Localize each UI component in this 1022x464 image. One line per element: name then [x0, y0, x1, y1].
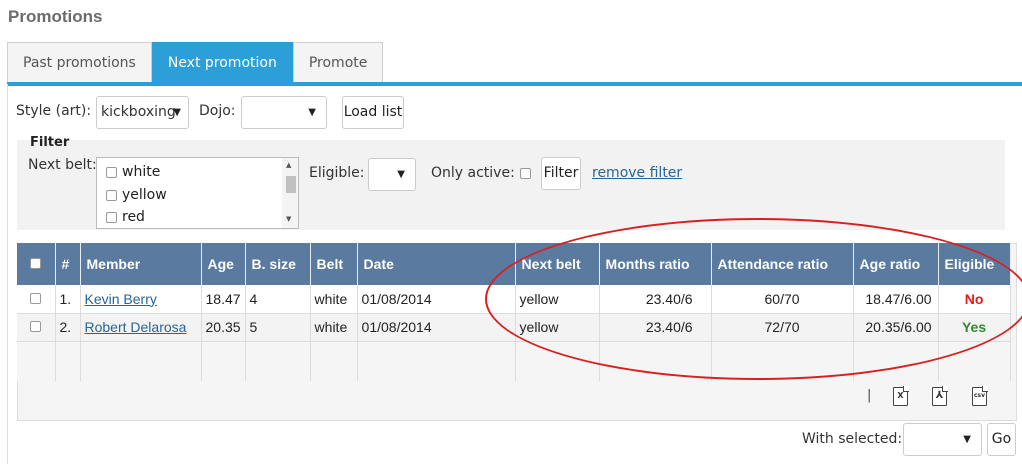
eligible-status: No — [964, 290, 984, 307]
style-select-value: kickboxing — [101, 104, 176, 120]
pdf-icon[interactable]: ⅄ — [932, 386, 948, 406]
export-separator: | — [867, 388, 872, 403]
select-all-header[interactable] — [17, 243, 56, 285]
row-age-ratio: 20.35/6.00 — [853, 313, 939, 342]
only-active-checkbox[interactable] — [520, 168, 531, 179]
row-member: Kevin Berry — [80, 285, 202, 314]
table-empty-row — [17, 341, 1011, 381]
style-select[interactable]: kickboxing ▼ — [96, 96, 189, 129]
col-age-ratio[interactable]: Age ratio — [853, 243, 939, 285]
table-row: 2. Robert Delarosa 20.35 5 white 01/08/2… — [17, 313, 1011, 342]
row-belt: white — [310, 313, 358, 342]
row-member: Robert Delarosa — [80, 313, 202, 342]
next-belt-label: Next belt: — [28, 157, 97, 173]
row-eligible: No — [938, 285, 1011, 314]
dojo-select[interactable]: ▼ — [241, 96, 327, 129]
col-member[interactable]: Member — [80, 243, 202, 285]
row-date: 01/08/2014 — [357, 313, 516, 342]
next-belt-listbox[interactable]: white yellow red ▲ ▼ — [96, 157, 299, 229]
eligible-select[interactable]: ▼ — [368, 158, 416, 191]
row-next-belt: yellow — [515, 313, 600, 342]
belt-option-white[interactable]: white — [106, 164, 160, 180]
filter-button[interactable]: Filter — [541, 157, 581, 190]
row-checkbox[interactable] — [30, 321, 42, 332]
col-eligible[interactable]: Eligible — [938, 243, 1011, 285]
listbox-scrollbar[interactable]: ▲ ▼ — [282, 158, 298, 228]
tab-past-promotions[interactable]: Past promotions — [7, 42, 152, 84]
row-eligible: Yes — [938, 313, 1011, 342]
row-checkbox[interactable] — [30, 292, 42, 304]
col-belt[interactable]: Belt — [310, 243, 358, 285]
member-link[interactable]: Robert Delarosa — [85, 319, 187, 335]
panel-left-border — [7, 84, 8, 464]
col-attendance-ratio[interactable]: Attendance ratio — [711, 243, 854, 285]
scroll-down-icon[interactable]: ▼ — [286, 215, 291, 223]
row-months-ratio: 23.40/6 — [599, 285, 712, 314]
select-all-checkbox[interactable] — [30, 258, 42, 269]
checkbox[interactable] — [106, 189, 117, 201]
row-months-ratio: 23.40/6 — [599, 313, 712, 342]
eligible-status: Yes — [961, 319, 987, 335]
row-bsize: 4 — [245, 285, 311, 314]
col-bsize[interactable]: B. size — [245, 243, 311, 285]
table-header-row: # Member Age B. size Belt Date Next belt… — [17, 243, 1011, 285]
csv-icon[interactable]: csv — [972, 386, 988, 406]
filter-title: Filter — [30, 135, 70, 150]
row-age-ratio: 18.47/6.00 — [853, 285, 939, 314]
chevron-down-icon: ▼ — [397, 169, 405, 180]
remove-filter-link[interactable]: remove filter — [592, 165, 682, 181]
row-checkbox-cell[interactable] — [17, 285, 56, 314]
col-num: # — [55, 243, 81, 285]
chevron-down-icon: ▼ — [308, 107, 316, 118]
row-checkbox-cell[interactable] — [17, 313, 56, 342]
row-bsize: 5 — [245, 313, 311, 342]
only-active-label: Only active: — [431, 165, 515, 181]
with-selected-label: With selected: — [802, 431, 903, 447]
load-list-button[interactable]: Load list — [342, 96, 404, 129]
row-date: 01/08/2014 — [357, 285, 516, 314]
scroll-thumb[interactable] — [286, 176, 296, 193]
excel-icon[interactable]: X — [893, 386, 909, 406]
row-num: 1. — [55, 285, 81, 314]
col-months-ratio[interactable]: Months ratio — [599, 243, 712, 285]
tab-underline — [7, 82, 1022, 86]
style-label: Style (art): — [16, 103, 92, 119]
col-age[interactable]: Age — [201, 243, 246, 285]
belt-option-yellow[interactable]: yellow — [106, 187, 167, 203]
row-belt: white — [310, 285, 358, 314]
chevron-down-icon: ▼ — [173, 107, 181, 118]
tab-next-promotion[interactable]: Next promotion — [151, 42, 293, 84]
tab-promote[interactable]: Promote — [292, 42, 384, 84]
dojo-label: Dojo: — [199, 103, 236, 119]
with-selected-select[interactable]: ▼ — [903, 423, 982, 456]
row-age: 20.35 — [201, 313, 246, 342]
row-num: 2. — [55, 313, 81, 342]
checkbox[interactable] — [106, 166, 117, 178]
promotion-table: # Member Age B. size Belt Date Next belt… — [17, 243, 1011, 381]
member-link[interactable]: Kevin Berry — [85, 291, 157, 307]
row-next-belt: yellow — [515, 285, 600, 314]
row-attendance-ratio: 72/70 — [711, 313, 854, 342]
row-age: 18.47 — [201, 285, 246, 314]
chevron-down-icon: ▼ — [963, 434, 971, 445]
tab-bar: Past promotions Next promotion Promote — [7, 42, 384, 84]
col-next-belt[interactable]: Next belt — [515, 243, 600, 285]
col-date[interactable]: Date — [357, 243, 516, 285]
row-attendance-ratio: 60/70 — [711, 285, 854, 314]
scroll-up-icon[interactable]: ▲ — [286, 161, 291, 169]
page-title: Promotions — [8, 7, 103, 26]
go-button[interactable]: Go — [987, 423, 1016, 456]
eligible-label: Eligible: — [309, 165, 365, 181]
belt-option-red[interactable]: red — [106, 209, 145, 225]
checkbox[interactable] — [106, 211, 117, 223]
table-row: 1. Kevin Berry 18.47 4 white 01/08/2014 … — [17, 285, 1011, 314]
